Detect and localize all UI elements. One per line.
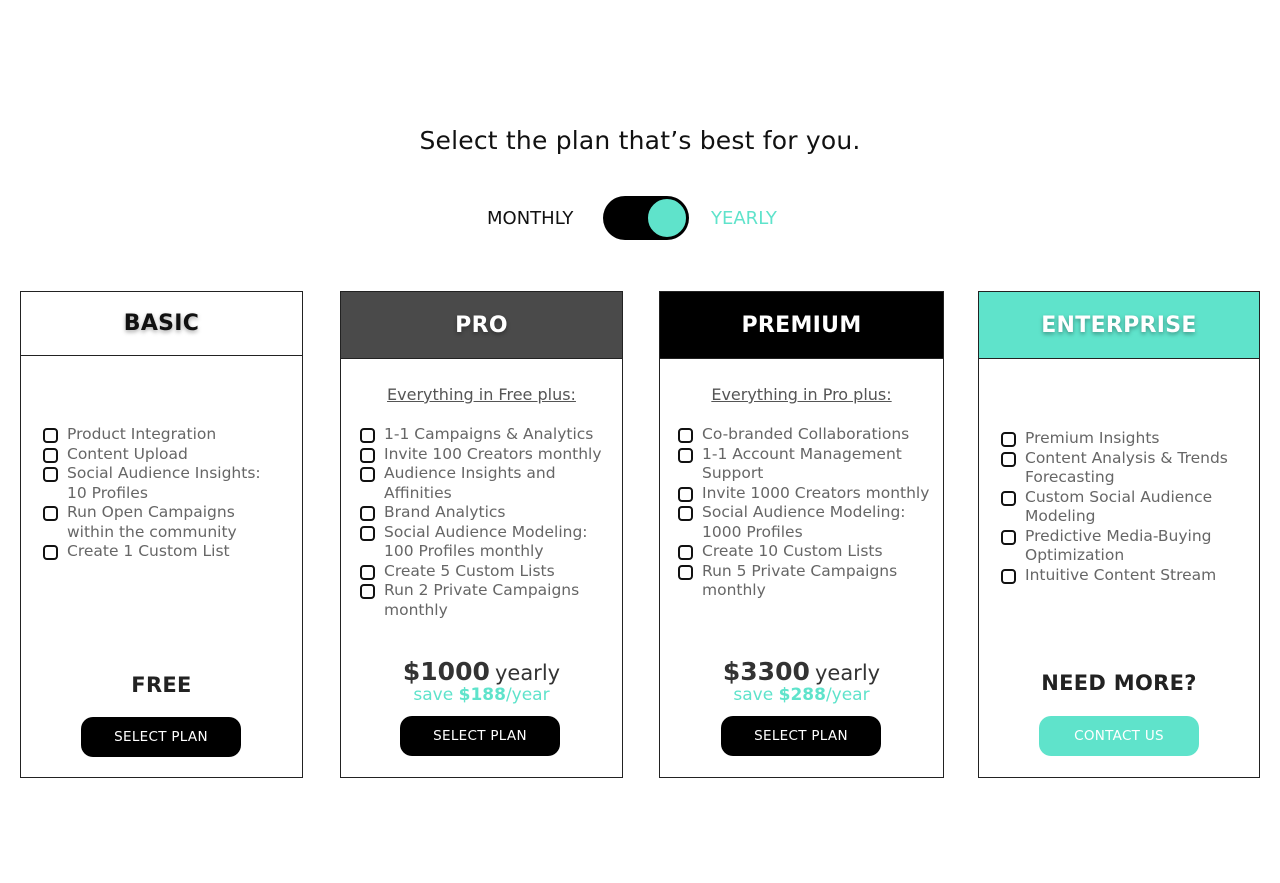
price-label-enterprise: NEED MORE? (1041, 671, 1197, 695)
feature-item: Social Audience Modeling: 100 Profiles m… (360, 523, 605, 562)
feature-item: Run 2 Private Campaigns monthly (360, 581, 605, 620)
select-plan-pro-button[interactable]: SELECT PLAN (400, 716, 560, 756)
feature-item: Run 5 Private Campaigns monthly (678, 562, 933, 601)
plan-card-premium: PREMIUM Everything in Pro plus: Co-brand… (659, 291, 944, 778)
save-suffix: /year (825, 685, 870, 705)
feature-item: Run Open Campaigns within the community (43, 503, 283, 542)
plan-name-pro: PRO (341, 292, 622, 359)
savings-pro: save $188/year (341, 685, 622, 705)
save-prefix: save (413, 685, 454, 705)
billing-toggle-row: MONTHLY YEARLY (0, 196, 1280, 242)
feature-item: Intuitive Content Stream (1001, 566, 1241, 586)
feature-list-basic: Product Integration Content Upload Socia… (43, 425, 283, 562)
feature-item: Content Analysis & Trends Forecasting (1001, 449, 1241, 488)
billing-period-toggle[interactable] (603, 196, 689, 240)
price-amount-premium: $3300 (722, 657, 810, 686)
page-title: Select the plan that’s best for you. (419, 126, 861, 155)
feature-item: Predictive Media-Buying Optimization (1001, 527, 1241, 566)
monthly-label[interactable]: MONTHLY (487, 208, 573, 229)
feature-item: Brand Analytics (360, 503, 605, 523)
feature-list-pro: 1-1 Campaigns & Analytics Invite 100 Cre… (360, 425, 605, 620)
price-premium: $3300 yearly (660, 657, 943, 686)
plan-name-premium: PREMIUM (660, 292, 943, 359)
feature-item: Create 1 Custom List (43, 542, 283, 562)
feature-item: 1-1 Account Management Support (678, 445, 933, 484)
save-amount: $288 (778, 685, 826, 705)
plan-name-enterprise: ENTERPRISE (979, 292, 1259, 359)
feature-item: Co-branded Collaborations (678, 425, 933, 445)
feature-item: Premium Insights (1001, 429, 1241, 449)
feature-item: Custom Social Audience Modeling (1001, 488, 1241, 527)
price-period-premium: yearly (814, 661, 881, 685)
price-period-pro: yearly (494, 661, 561, 685)
plan-card-enterprise: ENTERPRISE Premium Insights Content Anal… (978, 291, 1260, 778)
feature-item: Audience Insights and Affinities (360, 464, 605, 503)
price-pro: $1000 yearly (341, 657, 622, 686)
select-plan-basic-button[interactable]: SELECT PLAN (81, 717, 241, 757)
feature-item: Invite 1000 Creators monthly (678, 484, 933, 504)
save-prefix: save (733, 685, 774, 705)
savings-premium: save $288/year (660, 685, 943, 705)
select-plan-premium-button[interactable]: SELECT PLAN (721, 716, 881, 756)
feature-item: Product Integration (43, 425, 283, 445)
feature-list-premium: Co-branded Collaborations 1-1 Account Ma… (678, 425, 933, 601)
toggle-knob[interactable] (647, 198, 687, 238)
plan-card-basic: BASIC Product Integration Content Upload… (20, 291, 303, 778)
feature-item: Social Audience Modeling: 1000 Profiles (678, 503, 933, 542)
feature-item: Create 5 Custom Lists (360, 562, 605, 582)
price-amount-pro: $1000 (402, 657, 490, 686)
feature-list-enterprise: Premium Insights Content Analysis & Tren… (1001, 429, 1241, 585)
feature-item: Content Upload (43, 445, 283, 465)
plan-name-basic: BASIC (21, 292, 302, 356)
feature-item: 1-1 Campaigns & Analytics (360, 425, 605, 445)
save-amount: $188 (458, 685, 506, 705)
plan-intro-premium: Everything in Pro plus: (711, 385, 892, 404)
plan-intro-pro: Everything in Free plus: (387, 385, 576, 404)
feature-item: Create 10 Custom Lists (678, 542, 933, 562)
yearly-label[interactable]: YEARLY (711, 208, 777, 229)
save-suffix: /year (505, 685, 550, 705)
plan-card-pro: PRO Everything in Free plus: 1-1 Campaig… (340, 291, 623, 778)
feature-item: Social Audience Insights: 10 Profiles (43, 464, 283, 503)
contact-us-button[interactable]: CONTACT US (1039, 716, 1199, 756)
feature-item: Invite 100 Creators monthly (360, 445, 605, 465)
price-label-basic: FREE (131, 673, 192, 697)
